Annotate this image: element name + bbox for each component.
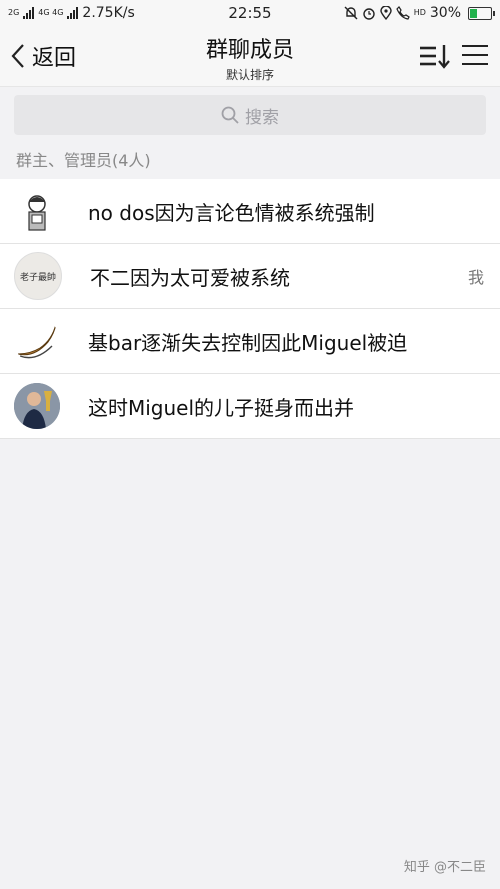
empty-area [0, 444, 500, 889]
status-bar: 2G 4G 4G 2.75K/s 22:55 HD 30% [0, 0, 500, 26]
search-input[interactable]: 搜索 [14, 95, 486, 135]
search-icon [221, 106, 239, 124]
mute-bell-icon [344, 6, 358, 20]
member-name: 基bar逐渐失去控制因此Miguel被迫 [88, 330, 408, 355]
hd-call-icon [395, 6, 410, 20]
search-area: 搜索 [0, 87, 500, 143]
hd-label: HD [413, 8, 426, 17]
battery-icon [468, 6, 495, 20]
section-header: 群主、管理员(4人) [0, 143, 500, 179]
member-list: no dos因为言论色情被系统强制 老子最帥 不二因为太可爱被系统 我 基bar… [0, 179, 500, 439]
network-type-label-2: 4G 4G [38, 8, 64, 17]
sort-icon[interactable] [418, 42, 450, 70]
avatar-calligraphy-text: 老子最帥 [20, 271, 56, 283]
network-speed: 2.75K/s [82, 5, 135, 21]
cartoon-avatar-icon [28, 195, 46, 231]
search-placeholder: 搜索 [245, 107, 279, 128]
watermark: 知乎 @不二臣 [403, 860, 486, 875]
alarm-icon [362, 8, 375, 20]
member-name: no dos因为言论色情被系统强制 [88, 200, 375, 225]
list-item[interactable]: no dos因为言论色情被系统强制 [0, 179, 500, 244]
battery-percent: 30% [429, 5, 461, 21]
menu-icon[interactable] [460, 42, 490, 68]
me-badge: 我 [467, 268, 484, 287]
network-type-label: 2G [8, 8, 20, 17]
avatar [14, 188, 60, 234]
horn-avatar-icon [17, 323, 57, 359]
avatar: 老子最帥 [14, 252, 62, 300]
status-right: HD 30% [344, 5, 495, 21]
nav-bar: 返回 群聊成员 默认排序 [0, 26, 500, 87]
location-icon [379, 6, 392, 20]
list-item[interactable]: 这时Miguel的儿子挺身而出并 [0, 374, 500, 439]
list-item[interactable]: 基bar逐渐失去控制因此Miguel被迫 [0, 309, 500, 374]
member-name: 这时Miguel的儿子挺身而出并 [88, 395, 355, 420]
list-item[interactable]: 老子最帥 不二因为太可爱被系统 我 [0, 244, 500, 309]
avatar [14, 318, 60, 364]
avatar [14, 383, 60, 429]
photo-avatar-icon [14, 383, 60, 429]
status-left: 2G 4G 4G 2.75K/s [8, 5, 135, 21]
signal-icon-2 [67, 7, 79, 19]
battery-fill [470, 8, 477, 18]
calligraphy-avatar-icon: 老子最帥 [20, 271, 56, 283]
member-name: 不二因为太可爱被系统 [90, 265, 290, 290]
signal-icon [23, 7, 35, 19]
